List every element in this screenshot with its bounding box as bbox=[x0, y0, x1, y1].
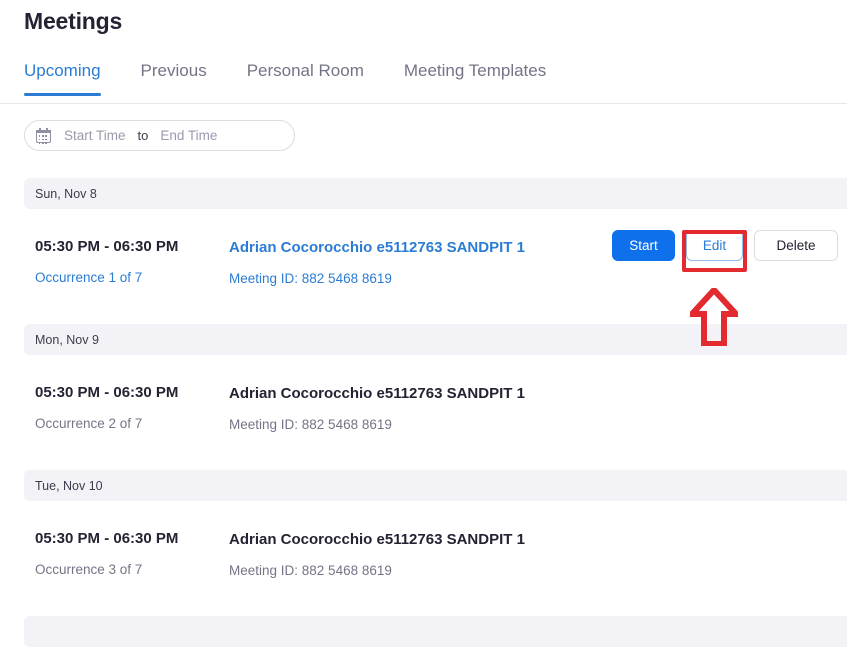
date-group-header: Sun, Nov 8 bbox=[24, 178, 847, 209]
end-time-input[interactable]: End Time bbox=[160, 128, 217, 143]
tab-previous[interactable]: Previous bbox=[141, 60, 207, 95]
tab-personal-room[interactable]: Personal Room bbox=[247, 60, 364, 95]
meeting-actions: Start Edit Delete bbox=[612, 230, 838, 261]
start-button[interactable]: Start bbox=[612, 230, 675, 261]
meeting-list: Sun, Nov 8 05:30 PM - 06:30 PM Occurrenc… bbox=[0, 178, 847, 647]
meeting-time-column: 05:30 PM - 06:30 PM Occurrence 3 of 7 bbox=[24, 529, 229, 579]
tab-upcoming[interactable]: Upcoming bbox=[24, 60, 101, 96]
meeting-title-link[interactable]: Adrian Cocorocchio e5112763 SANDPIT 1 bbox=[229, 530, 847, 550]
meeting-time: 05:30 PM - 06:30 PM bbox=[35, 530, 179, 547]
range-separator-label: to bbox=[137, 128, 149, 143]
meeting-time-column: 05:30 PM - 06:30 PM Occurrence 1 of 7 bbox=[24, 237, 229, 287]
date-filter-row: Start Time to End Time bbox=[24, 120, 295, 151]
date-range-picker[interactable]: Start Time to End Time bbox=[24, 120, 295, 151]
date-group-header: Tue, Nov 10 bbox=[24, 470, 847, 501]
tab-bar: Upcoming Previous Personal Room Meeting … bbox=[0, 60, 847, 104]
edit-button[interactable]: Edit bbox=[686, 230, 743, 261]
start-time-input[interactable]: Start Time bbox=[64, 128, 126, 143]
date-group-header: Mon, Nov 9 bbox=[24, 324, 847, 355]
page-title: Meetings bbox=[24, 8, 123, 34]
meeting-info-column: Adrian Cocorocchio e5112763 SANDPIT 1 Me… bbox=[229, 529, 847, 580]
meeting-title-link[interactable]: Adrian Cocorocchio e5112763 SANDPIT 1 bbox=[229, 384, 847, 404]
meeting-occurrence-link[interactable]: Occurrence 3 of 7 bbox=[35, 561, 229, 579]
meeting-row[interactable]: 05:30 PM - 06:30 PM Occurrence 2 of 7 Ad… bbox=[24, 355, 847, 470]
meeting-id: Meeting ID: 882 5468 8619 bbox=[229, 417, 392, 432]
meeting-time: 05:30 PM - 06:30 PM bbox=[35, 384, 179, 401]
tab-meeting-templates[interactable]: Meeting Templates bbox=[404, 60, 546, 95]
meeting-row[interactable]: 05:30 PM - 06:30 PM Occurrence 3 of 7 Ad… bbox=[24, 501, 847, 616]
delete-button[interactable]: Delete bbox=[754, 230, 838, 261]
meeting-time: 05:30 PM - 06:30 PM bbox=[35, 238, 179, 255]
meeting-info-column: Adrian Cocorocchio e5112763 SANDPIT 1 Me… bbox=[229, 383, 847, 434]
meeting-occurrence-link[interactable]: Occurrence 1 of 7 bbox=[35, 269, 229, 287]
meeting-row[interactable]: 05:30 PM - 06:30 PM Occurrence 1 of 7 Ad… bbox=[24, 209, 847, 324]
meeting-id: Meeting ID: 882 5468 8619 bbox=[229, 563, 392, 578]
meeting-time-column: 05:30 PM - 06:30 PM Occurrence 2 of 7 bbox=[24, 383, 229, 433]
meeting-id: Meeting ID: 882 5468 8619 bbox=[229, 271, 392, 286]
meeting-occurrence-link[interactable]: Occurrence 2 of 7 bbox=[35, 415, 229, 433]
date-group-header-partial bbox=[24, 616, 847, 647]
calendar-icon bbox=[36, 128, 51, 144]
